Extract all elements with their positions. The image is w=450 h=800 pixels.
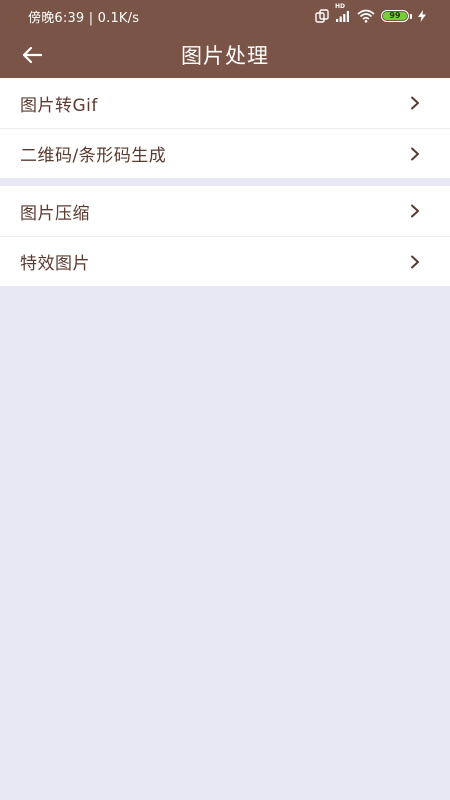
signal-hd-label: HD [335, 3, 346, 10]
time-network-text: 傍晚6:39 | 0.1K/s [28, 10, 140, 26]
signal-icon: HD [335, 3, 351, 23]
menu-item-image-compress[interactable]: 图片压缩 [0, 186, 450, 236]
chevron-right-icon [410, 204, 420, 218]
app-bar: 图片处理 [0, 32, 450, 78]
chevron-right-icon [410, 96, 420, 110]
menu-item-qrcode-barcode[interactable]: 二维码/条形码生成 [0, 128, 450, 178]
menu-item-label: 图片压缩 [20, 203, 90, 224]
chevron-right-icon [410, 147, 420, 161]
page-title: 图片处理 [181, 44, 269, 68]
menu-item-effect-image[interactable]: 特效图片 [0, 236, 450, 286]
battery-level: 99 [383, 12, 407, 20]
status-icons: HD 99 [315, 3, 426, 23]
status-bar: 傍晚6:39 | 0.1K/s HD 99 [0, 0, 450, 32]
screen-rotate-icon [315, 9, 329, 23]
charging-icon [418, 10, 426, 22]
menu-group-1: 图片转Gif 二维码/条形码生成 [0, 78, 450, 178]
status-time-network: 傍晚6:39 | 0.1K/s [28, 7, 139, 26]
arrow-left-icon [21, 46, 43, 64]
menu-item-label: 图片转Gif [20, 95, 98, 116]
menu-item-label: 二维码/条形码生成 [20, 146, 167, 166]
back-button[interactable] [10, 32, 54, 78]
battery-icon: 99 [381, 10, 412, 22]
menu-item-image-to-gif[interactable]: 图片转Gif [0, 78, 450, 128]
menu-group-2: 图片压缩 特效图片 [0, 186, 450, 286]
menu-item-label: 特效图片 [20, 254, 90, 274]
chevron-right-icon [410, 255, 420, 269]
wifi-icon [357, 9, 375, 23]
